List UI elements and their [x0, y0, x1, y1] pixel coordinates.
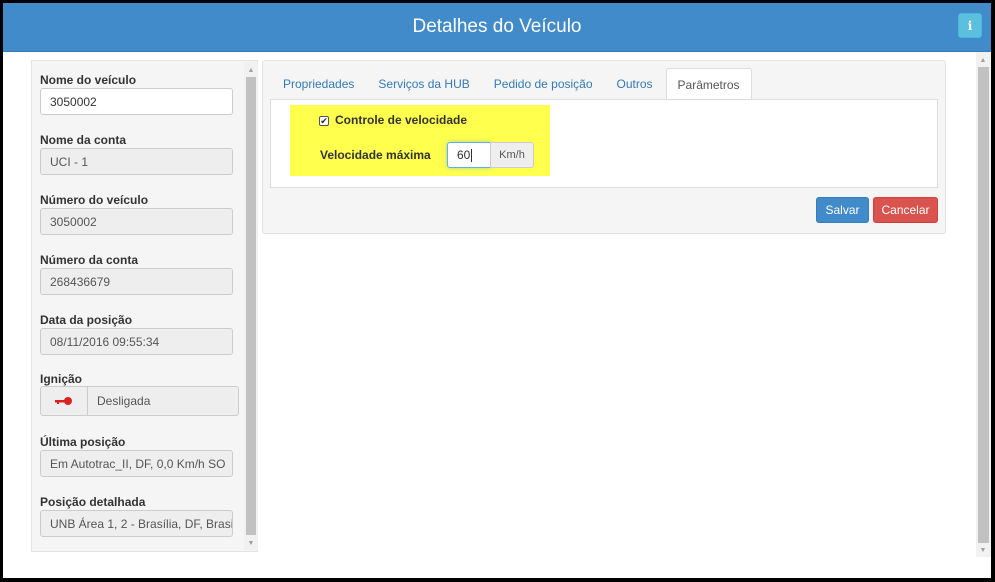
max-speed-label: Velocidade máxima: [320, 148, 431, 162]
main-scrollbar-thumb[interactable]: [978, 67, 989, 543]
page-title: Detalhes do Veículo: [412, 16, 582, 37]
save-button[interactable]: Salvar: [816, 197, 869, 223]
key-icon: [41, 387, 88, 415]
vehicle-number-label: Número do veículo: [40, 193, 149, 207]
info-icon: i: [967, 18, 973, 33]
ignition-label: Ignição: [40, 372, 83, 386]
vehicle-number-field: 3050002: [40, 208, 233, 235]
main-scroll-down-arrow-icon[interactable]: ▼: [976, 543, 990, 557]
tab-servicos-hub[interactable]: Serviços da HUB: [367, 68, 480, 100]
max-speed-value: 60: [457, 148, 471, 162]
scroll-down-arrow-icon[interactable]: ▼: [244, 536, 258, 550]
main-scrollbar[interactable]: ▲ ▼: [976, 52, 991, 557]
position-date-field: 08/11/2016 09:55:34: [40, 328, 233, 355]
tab-propriedades[interactable]: Propriedades: [272, 68, 365, 100]
left-panel-scrollbar[interactable]: ▲ ▼: [244, 62, 258, 550]
ignition-field: Desligada: [40, 386, 239, 416]
vehicle-name-label: Nome do veículo: [40, 73, 137, 87]
info-button[interactable]: i: [958, 13, 982, 38]
detailed-position-label: Posição detalhada: [40, 495, 146, 509]
scroll-up-arrow-icon[interactable]: ▲: [244, 63, 258, 77]
left-scrollbar-thumb[interactable]: [246, 77, 256, 535]
header-bar: Detalhes do Veículo i: [3, 3, 991, 52]
speed-control-checkbox[interactable]: ✔: [319, 116, 329, 126]
tab-bar: Propriedades Serviços da HUB Pedido de p…: [272, 68, 754, 101]
account-name-field: UCI - 1: [40, 148, 233, 175]
position-date-label: Data da posição: [40, 313, 133, 327]
tab-outros[interactable]: Outros: [606, 68, 664, 100]
ignition-status: Desligada: [97, 394, 151, 408]
vehicle-details-window: Detalhes do Veículo i Nome do veículo 30…: [3, 3, 991, 578]
tab-pedido-posicao[interactable]: Pedido de posição: [483, 68, 604, 100]
account-number-field: 268436679: [40, 268, 233, 295]
account-name-label: Nome da conta: [40, 133, 127, 147]
max-speed-input[interactable]: 60: [447, 142, 491, 168]
speed-unit-addon: Km/h: [490, 142, 534, 168]
last-position-label: Última posição: [40, 435, 126, 449]
main-scroll-up-arrow-icon[interactable]: ▲: [976, 53, 990, 67]
account-number-label: Número da conta: [40, 253, 139, 267]
last-position-field: Em Autotrac_II, DF, 0,0 Km/h SO: [40, 450, 233, 477]
cancel-button[interactable]: Cancelar: [873, 197, 938, 223]
tab-parametros[interactable]: Parâmetros: [665, 68, 752, 101]
speed-control-label: Controle de velocidade: [335, 113, 468, 127]
vehicle-name-input[interactable]: 3050002: [40, 88, 233, 115]
detailed-position-field: UNB Área 1, 2 - Brasília, DF, Brasi: [40, 510, 233, 537]
